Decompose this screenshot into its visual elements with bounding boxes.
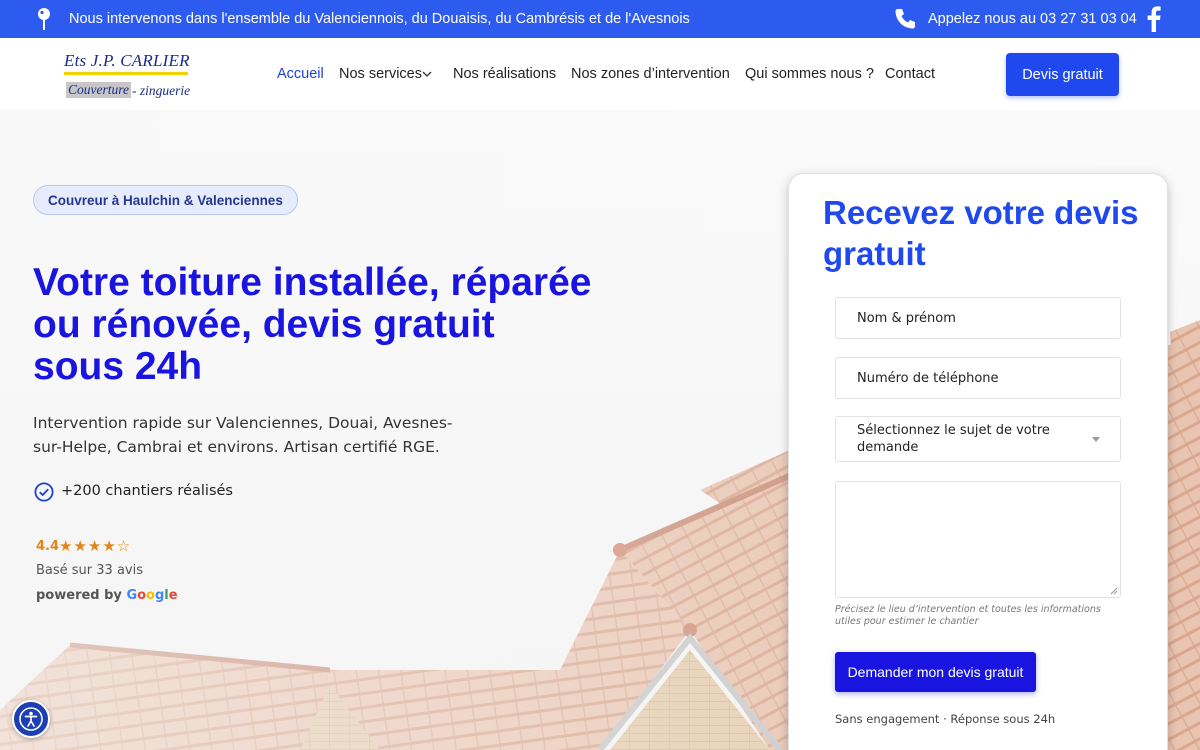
chantiers-count: +200 chantiers réalisés [61, 483, 233, 499]
nav-item-zones[interactable]: Nos zones d’intervention [571, 66, 730, 82]
phone-icon[interactable] [893, 7, 917, 31]
logo-underline [64, 72, 188, 75]
subject-select-value: Sélectionnez le sujet de votre demande [857, 423, 1050, 455]
nav-item-realisations[interactable]: Nos réalisations [453, 66, 556, 82]
nav-item-nos-services[interactable]: Nos services [339, 66, 422, 82]
accessibility-button[interactable] [12, 700, 50, 738]
google-logo-letter: G [126, 588, 138, 603]
powered-by-text: powered by [36, 588, 127, 603]
site-header: Ets J.P. CARLIER Couverture - zinguerie … [0, 38, 1200, 110]
hero-section: Couvreur à Haulchin & Valenciennes Votre… [0, 110, 1200, 750]
logo-company-name: Ets J.P. CARLIER [64, 51, 190, 70]
hero-title: Votre toiture installée, réparée ou réno… [33, 261, 592, 388]
phone-number-link[interactable]: Appelez nous au 03 27 31 03 04 [928, 11, 1137, 27]
nav-item-qui-sommes-nous[interactable]: Qui sommes nous ? [745, 66, 874, 82]
phone-input[interactable]: Numéro de téléphone [835, 357, 1121, 399]
company-logo[interactable]: Ets J.P. CARLIER Couverture - zinguerie [64, 51, 194, 101]
logo-tagline-couverture: Couverture [66, 82, 131, 98]
hero-subtitle: Intervention rapide sur Valenciennes, Do… [33, 414, 453, 456]
form-footer-note: Sans engagement · Réponse sous 24h [835, 712, 1056, 726]
logo-tagline-zinguerie: - zinguerie [132, 83, 191, 98]
subject-select[interactable]: Sélectionnez le sujet de votre demande [835, 416, 1121, 462]
google-logo-letter: o [146, 588, 155, 603]
nav-item-contact[interactable]: Contact [885, 66, 935, 82]
powered-by-google[interactable]: powered by Google [36, 588, 178, 603]
check-circle-icon [34, 482, 54, 502]
message-textarea[interactable] [835, 481, 1121, 598]
quote-form-card: Recevez votre devis gratuit Nom & prénom… [788, 173, 1168, 750]
rating-score: 4.4 [36, 539, 60, 554]
nav-item-accueil[interactable]: Accueil [277, 66, 324, 82]
devis-gratuit-button[interactable]: Devis gratuit [1006, 53, 1119, 96]
submit-quote-button[interactable]: Demander mon devis gratuit [835, 652, 1036, 692]
service-area-text: Nous intervenons dans l'ensemble du Vale… [69, 11, 690, 27]
form-title: Recevez votre devis gratuit [823, 194, 1139, 272]
chevron-down-icon[interactable] [422, 70, 432, 78]
map-pin-icon [38, 8, 50, 30]
resize-handle-icon[interactable] [1110, 587, 1118, 595]
name-input[interactable]: Nom & prénom [835, 297, 1121, 339]
facebook-icon[interactable] [1147, 6, 1161, 32]
review-count: Basé sur 33 avis [36, 563, 143, 578]
accessibility-icon [19, 707, 43, 731]
top-info-bar: Nous intervenons dans l'ensemble du Vale… [0, 0, 1200, 38]
message-hint: Précisez le lieu d’intervention et toute… [835, 604, 1101, 627]
caret-down-icon [1092, 437, 1100, 442]
google-logo-letter: o [137, 588, 147, 603]
google-logo-letter: e [168, 588, 178, 603]
star-rating-icon: ★★★★☆ [59, 538, 132, 555]
google-logo-letter: g [154, 588, 165, 603]
location-badge: Couvreur à Haulchin & Valenciennes [33, 185, 298, 215]
